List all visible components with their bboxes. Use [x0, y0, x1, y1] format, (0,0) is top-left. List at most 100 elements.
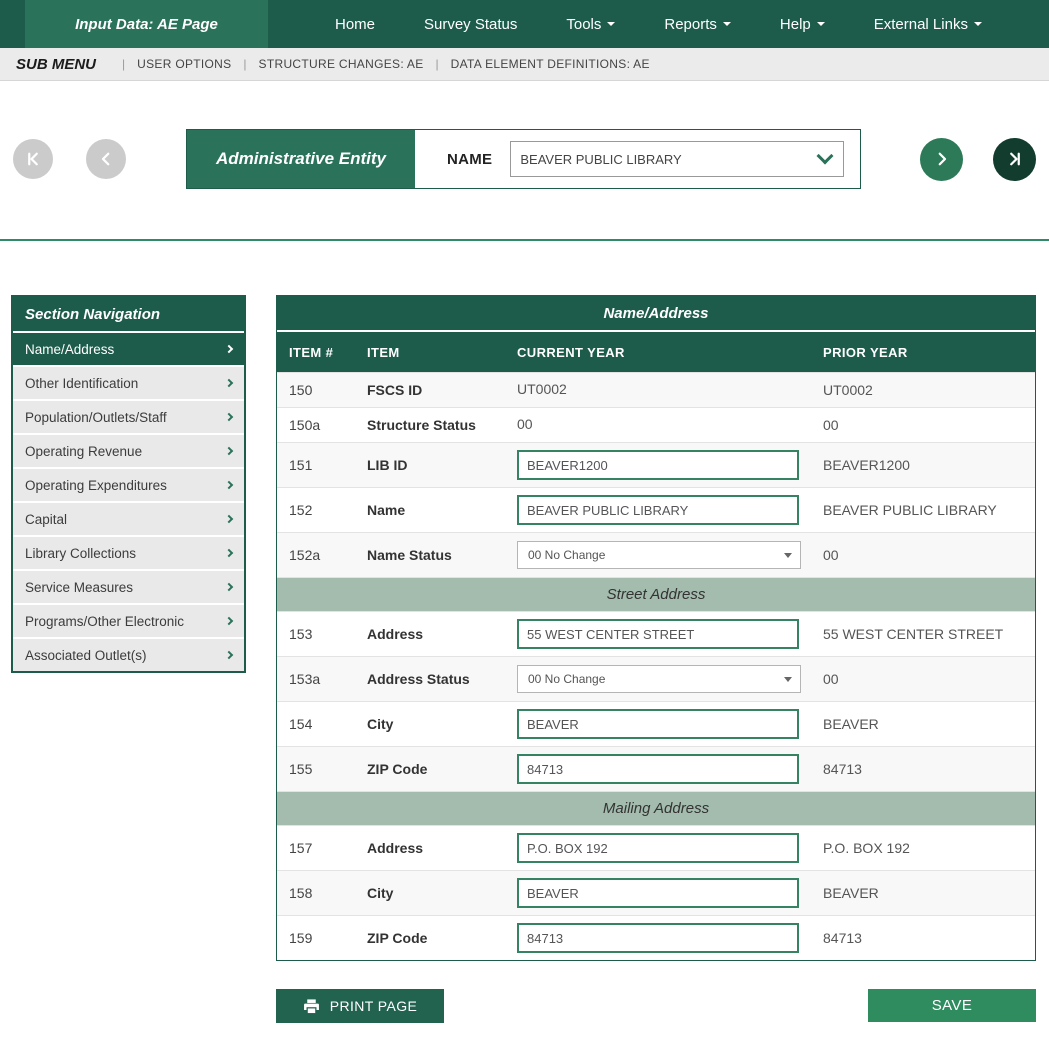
item-label: Address: [355, 626, 505, 642]
item-number: 150a: [277, 417, 355, 433]
skip-first-icon: [24, 150, 42, 168]
submenu-item-structure-changes-ae[interactable]: STRUCTURE CHANGES: AE: [259, 57, 424, 71]
sidebar-item-associated-outlet-s[interactable]: Associated Outlet(s): [13, 637, 244, 671]
sidebar-item-label: Programs/Other Electronic: [25, 614, 184, 629]
next-record-button[interactable]: [920, 138, 963, 181]
sidebar-item-operating-expenditures[interactable]: Operating Expenditures: [13, 467, 244, 501]
sidebar-item-capital[interactable]: Capital: [13, 501, 244, 535]
sidebar-item-population-outlets-staff[interactable]: Population/Outlets/Staff: [13, 399, 244, 433]
prior-year-value: UT0002: [811, 382, 1035, 398]
section-navigation-sidebar: Section Navigation Name/Address Other Id…: [11, 295, 246, 673]
item-number: 153a: [277, 671, 355, 687]
item-label: Address Status: [355, 671, 505, 687]
submenu-items: |USER OPTIONS |STRUCTURE CHANGES: AE |DA…: [110, 57, 650, 71]
chevron-right-icon: [225, 651, 233, 659]
sidebar-item-service-measures[interactable]: Service Measures: [13, 569, 244, 603]
prior-year-value: 84713: [811, 761, 1035, 777]
select-item-153a[interactable]: 00 No Change: [517, 665, 801, 693]
table-row-150a: 150a Structure Status 00 00: [277, 407, 1035, 442]
section-header-mailing-address: Mailing Address: [277, 791, 1035, 825]
input-item-154[interactable]: [517, 709, 799, 739]
entity-name-select[interactable]: BEAVER PUBLIC LIBRARY: [510, 141, 844, 177]
input-item-155[interactable]: [517, 754, 799, 784]
nav-help[interactable]: Help: [780, 16, 825, 33]
nav-active-tab-input-data-ae-page[interactable]: Input Data: AE Page: [25, 0, 268, 48]
sidebar-item-library-collections[interactable]: Library Collections: [13, 535, 244, 569]
table-title: Name/Address: [277, 296, 1035, 332]
item-number: 153: [277, 626, 355, 642]
input-item-157[interactable]: [517, 833, 799, 863]
chevron-left-icon: [97, 150, 115, 168]
print-page-label: PRINT PAGE: [330, 998, 418, 1014]
chevron-down-icon: [817, 22, 825, 26]
nav-reports[interactable]: Reports: [664, 16, 731, 33]
item-label: LIB ID: [355, 457, 505, 473]
chevron-right-icon: [225, 617, 233, 625]
save-button[interactable]: SAVE: [868, 989, 1036, 1022]
column-header-item-number: ITEM #: [277, 345, 355, 360]
chevron-down-icon: [974, 22, 982, 26]
chevron-right-icon: [225, 447, 233, 455]
item-label: ZIP Code: [355, 930, 505, 946]
dropdown-arrow-icon: [784, 677, 792, 682]
chevron-right-icon: [225, 413, 233, 421]
prior-year-value: 55 WEST CENTER STREET: [811, 626, 1035, 642]
table-row-155: 155 ZIP Code 84713: [277, 746, 1035, 791]
select-value: 00 No Change: [528, 672, 605, 686]
first-record-button[interactable]: [13, 139, 53, 179]
item-label: ZIP Code: [355, 761, 505, 777]
nav-home[interactable]: Home: [335, 16, 375, 33]
chevron-down-icon: [723, 22, 731, 26]
item-number: 154: [277, 716, 355, 732]
input-item-151[interactable]: [517, 450, 799, 480]
printer-icon: [303, 998, 320, 1015]
sidebar-item-label: Operating Expenditures: [25, 478, 167, 493]
previous-record-button[interactable]: [86, 139, 126, 179]
input-item-159[interactable]: [517, 923, 799, 953]
sidebar-item-programs-other-electronic[interactable]: Programs/Other Electronic: [13, 603, 244, 637]
prior-year-value: P.O. BOX 192: [811, 840, 1035, 856]
input-item-152[interactable]: [517, 495, 799, 525]
nav-external-links[interactable]: External Links: [874, 16, 982, 33]
item-label: Structure Status: [355, 417, 505, 433]
print-page-button[interactable]: PRINT PAGE: [276, 989, 444, 1023]
submenu-separator: |: [436, 57, 439, 71]
chevron-right-icon: [225, 549, 233, 557]
last-record-button[interactable]: [993, 138, 1036, 181]
submenu-separator: |: [122, 57, 125, 71]
sidebar-item-operating-revenue[interactable]: Operating Revenue: [13, 433, 244, 467]
sidebar-item-name-address[interactable]: Name/Address: [13, 331, 244, 365]
submenu-item-user-options[interactable]: USER OPTIONS: [137, 57, 231, 71]
name-label: NAME: [447, 151, 492, 168]
table-row-153a: 153a Address Status 00 No Change 00: [277, 656, 1035, 701]
prior-year-value: 00: [811, 671, 1035, 687]
select-item-152a[interactable]: 00 No Change: [517, 541, 801, 569]
sidebar-item-label: Population/Outlets/Staff: [25, 410, 167, 425]
sub-menu-bar: SUB MENU |USER OPTIONS |STRUCTURE CHANGE…: [0, 48, 1049, 81]
nav-survey-status[interactable]: Survey Status: [424, 16, 517, 33]
chevron-right-icon: [225, 515, 233, 523]
sidebar-item-label: Library Collections: [25, 546, 136, 561]
table-row-157: 157 Address P.O. BOX 192: [277, 825, 1035, 870]
chevron-down-icon: [607, 22, 615, 26]
sidebar-item-label: Other Identification: [25, 376, 138, 391]
chevron-down-icon: [817, 147, 834, 164]
submenu-item-data-element-definitions-ae[interactable]: DATA ELEMENT DEFINITIONS: AE: [451, 57, 650, 71]
nav-tools[interactable]: Tools: [566, 16, 615, 33]
sidebar-item-other-identification[interactable]: Other Identification: [13, 365, 244, 399]
current-year-value: UT0002: [517, 381, 567, 397]
item-number: 155: [277, 761, 355, 777]
prior-year-value: BEAVER: [811, 885, 1035, 901]
name-address-table: Name/Address ITEM # ITEM CURRENT YEAR PR…: [276, 295, 1036, 961]
prior-year-value: BEAVER PUBLIC LIBRARY: [811, 502, 1035, 518]
current-year-value: 00: [517, 416, 533, 432]
table-row-153: 153 Address 55 WEST CENTER STREET: [277, 611, 1035, 656]
input-item-153[interactable]: [517, 619, 799, 649]
table-header-row: ITEM # ITEM CURRENT YEAR PRIOR YEAR: [277, 332, 1035, 372]
input-item-158[interactable]: [517, 878, 799, 908]
sidebar-item-label: Operating Revenue: [25, 444, 142, 459]
prior-year-value: BEAVER: [811, 716, 1035, 732]
table-row-152: 152 Name BEAVER PUBLIC LIBRARY: [277, 487, 1035, 532]
sidebar-item-label: Name/Address: [25, 342, 114, 357]
chevron-right-icon: [225, 379, 233, 387]
